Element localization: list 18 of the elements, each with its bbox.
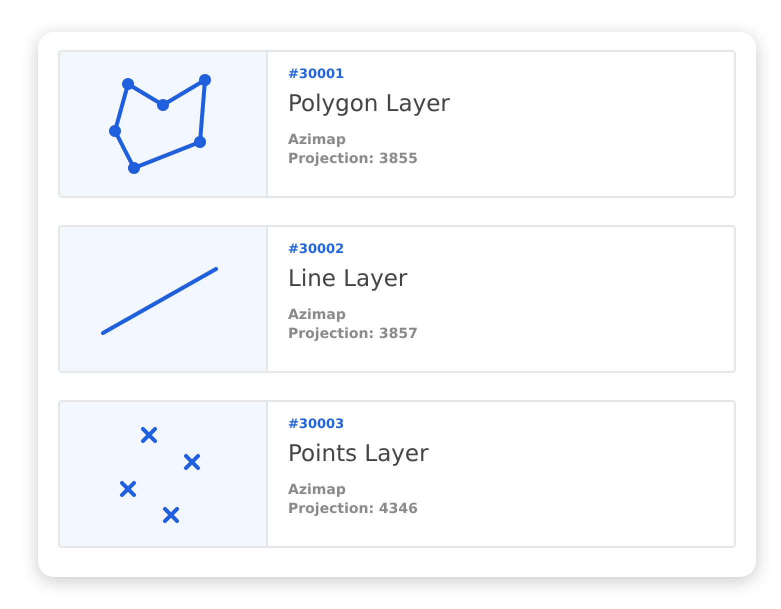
layer-card[interactable]: #30002 Line Layer Azimap Projection: 3857 <box>58 225 736 373</box>
layer-projection: Projection: 3855 <box>288 150 419 169</box>
layer-title: Line Layer <box>288 265 408 294</box>
layer-id: #30001 <box>288 66 346 83</box>
layer-projection: Projection: 3857 <box>288 325 418 344</box>
layer-source: Azimap <box>288 306 347 325</box>
layer-card[interactable]: #30003 Points Layer Azimap Projection: 4346 <box>58 400 736 548</box>
line-icon <box>101 267 218 335</box>
layer-id: #30003 <box>288 416 346 433</box>
layer-title: Points Layer <box>288 440 429 469</box>
layer-projection: Projection: 4346 <box>288 500 419 519</box>
points-icon <box>120 427 200 523</box>
layer-title: Polygon Layer <box>288 90 450 119</box>
layer-source: Azimap <box>288 481 347 500</box>
layer-card[interactable]: #30001 Polygon Layer Azimap Projection: 3855 <box>58 50 736 198</box>
layer-source: Azimap <box>288 131 347 150</box>
polygon-icon <box>109 74 211 174</box>
layer-id: #30002 <box>288 241 346 258</box>
